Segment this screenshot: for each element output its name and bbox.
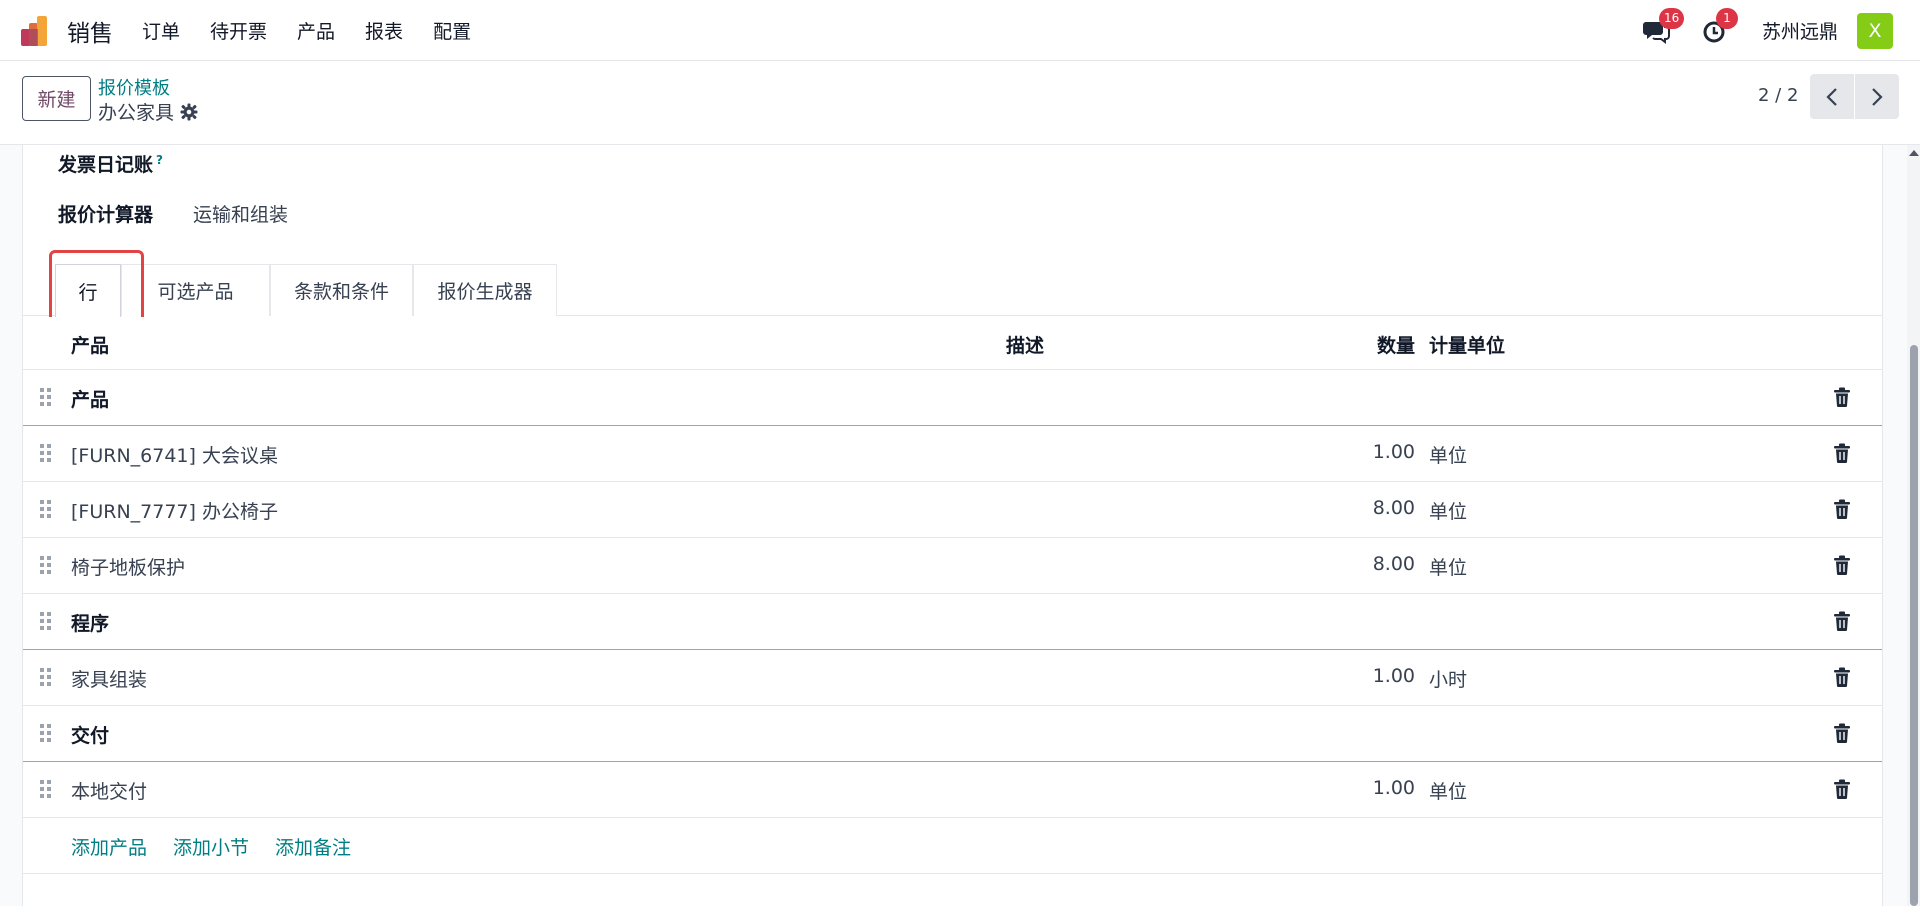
line-product-name[interactable]: 产品 xyxy=(71,385,109,412)
drag-handle-icon[interactable] xyxy=(40,611,52,631)
help-tooltip-icon[interactable]: ? xyxy=(156,153,163,167)
tab-lines[interactable]: 行 xyxy=(55,264,121,317)
table-body: 产品 [FURN_6741] 大会议桌 1.00 单位 [FURN_7777] 办公椅子… xyxy=(23,370,1882,818)
add-product-link[interactable]: 添加产品 xyxy=(71,833,147,860)
trash-icon[interactable] xyxy=(1833,555,1851,575)
activities-button[interactable]: 1 xyxy=(1702,7,1738,46)
column-product[interactable]: 产品 xyxy=(71,331,109,358)
sales-app-logo-icon[interactable] xyxy=(21,15,52,46)
notebook-tabs: 行 可选产品 条款和条件 报价生成器 xyxy=(23,264,1882,317)
tab-quote-builder[interactable]: 报价生成器 xyxy=(413,264,557,316)
breadcrumb-quotation-templates[interactable]: 报价模板 xyxy=(98,74,170,100)
line-uom[interactable]: 单位 xyxy=(1429,441,1467,468)
form-sheet: 发票日记账? 报价计算器 运输和组装 行 可选产品 条款和条件 报价生成器 产品… xyxy=(22,145,1883,906)
line-product-name[interactable]: 椅子地板保护 xyxy=(71,553,185,580)
chevron-right-icon xyxy=(1872,87,1883,106)
invoice-journal-label: 发票日记账? xyxy=(58,150,163,177)
line-quantity[interactable]: 8.00 xyxy=(1323,497,1415,519)
activities-count-badge: 1 xyxy=(1715,7,1738,29)
section-row[interactable]: 程序 xyxy=(23,594,1882,650)
scrollbar-thumb[interactable] xyxy=(1910,345,1918,906)
menu-configuration[interactable]: 配置 xyxy=(433,17,471,44)
app-name[interactable]: 销售 xyxy=(67,14,113,48)
menu-reporting[interactable]: 报表 xyxy=(365,17,403,44)
pager-next-button[interactable] xyxy=(1855,74,1899,119)
scroll-up-arrow-icon[interactable] xyxy=(1909,150,1919,156)
trash-icon[interactable] xyxy=(1833,443,1851,463)
section-row[interactable]: 交付 xyxy=(23,706,1882,762)
line-quantity[interactable]: 8.00 xyxy=(1323,553,1415,575)
trash-icon[interactable] xyxy=(1833,723,1851,743)
table-row[interactable]: 椅子地板保护 8.00 单位 xyxy=(23,538,1882,594)
line-product-name[interactable]: [FURN_7777] 办公椅子 xyxy=(71,497,278,524)
new-button[interactable]: 新建 xyxy=(22,76,91,121)
tab-quotation-calculator[interactable]: 报价计算器 xyxy=(58,200,153,227)
trash-icon[interactable] xyxy=(1833,499,1851,519)
trash-icon[interactable] xyxy=(1833,387,1851,407)
section-row[interactable]: 产品 xyxy=(23,370,1882,426)
messages-button[interactable]: 16 xyxy=(1642,7,1685,46)
menu-to-invoice[interactable]: 待开票 xyxy=(210,17,267,44)
line-uom[interactable]: 单位 xyxy=(1429,553,1467,580)
trash-icon[interactable] xyxy=(1833,611,1851,631)
drag-handle-icon[interactable] xyxy=(40,779,52,799)
drag-handle-icon[interactable] xyxy=(40,499,52,519)
add-section-link[interactable]: 添加小节 xyxy=(173,833,249,860)
messages-count-badge: 16 xyxy=(1658,7,1685,29)
line-product-name[interactable]: 本地交付 xyxy=(71,777,147,804)
table-row[interactable]: 家具组装 1.00 小时 xyxy=(23,650,1882,706)
line-quantity[interactable]: 1.00 xyxy=(1323,441,1415,463)
record-name: 办公家具 xyxy=(98,102,175,124)
table-header: 产品 描述 数量 计量单位 xyxy=(23,317,1882,370)
top-navbar: 销售 订单 待开票 产品 报表 配置 16 1 苏州远鼎 X xyxy=(0,0,1920,61)
chevron-left-icon xyxy=(1826,87,1837,106)
line-product-name[interactable]: [FURN_6741] 大会议桌 xyxy=(71,441,278,468)
drag-handle-icon[interactable] xyxy=(40,723,52,743)
menu-orders[interactable]: 订单 xyxy=(142,17,180,44)
gear-icon[interactable] xyxy=(180,103,198,121)
line-quantity[interactable]: 1.00 xyxy=(1323,777,1415,799)
drag-handle-icon[interactable] xyxy=(40,667,52,687)
drag-handle-icon[interactable] xyxy=(40,555,52,575)
line-quantity[interactable]: 1.00 xyxy=(1323,665,1415,687)
trash-icon[interactable] xyxy=(1833,667,1851,687)
invoice-journal-label-text: 发票日记账 xyxy=(58,154,154,176)
line-product-name[interactable]: 程序 xyxy=(71,609,109,636)
line-uom[interactable]: 小时 xyxy=(1429,665,1467,692)
line-uom[interactable]: 单位 xyxy=(1429,497,1467,524)
menu-products[interactable]: 产品 xyxy=(297,17,335,44)
user-avatar[interactable]: X xyxy=(1857,12,1893,49)
table-row[interactable]: [FURN_6741] 大会议桌 1.00 单位 xyxy=(23,426,1882,482)
table-row[interactable]: 本地交付 1.00 单位 xyxy=(23,762,1882,818)
column-description[interactable]: 描述 xyxy=(1006,331,1044,358)
record-title: 办公家具 xyxy=(98,98,198,125)
control-panel: 新建 报价模板 办公家具 2 / 2 xyxy=(0,61,1920,145)
company-switcher[interactable]: 苏州远鼎 xyxy=(1762,17,1838,44)
main-menu: 订单 待开票 产品 报表 配置 xyxy=(142,17,501,44)
add-line-actions: 添加产品 添加小节 添加备注 xyxy=(23,818,1882,874)
line-product-name[interactable]: 交付 xyxy=(71,721,109,748)
drag-handle-icon[interactable] xyxy=(40,387,52,407)
tab-terms-conditions[interactable]: 条款和条件 xyxy=(270,264,413,316)
trash-icon[interactable] xyxy=(1833,779,1851,799)
pager-previous-button[interactable] xyxy=(1810,74,1854,119)
line-product-name[interactable]: 家具组装 xyxy=(71,665,147,692)
column-uom[interactable]: 计量单位 xyxy=(1429,331,1505,358)
line-uom[interactable]: 单位 xyxy=(1429,777,1467,804)
add-note-link[interactable]: 添加备注 xyxy=(275,833,351,860)
drag-handle-icon[interactable] xyxy=(40,443,52,463)
column-quantity[interactable]: 数量 xyxy=(1355,331,1415,358)
table-row[interactable]: [FURN_7777] 办公椅子 8.00 单位 xyxy=(23,482,1882,538)
tab-shipping-assembly[interactable]: 运输和组装 xyxy=(193,200,288,227)
tab-optional-products[interactable]: 可选产品 xyxy=(121,264,270,316)
order-lines-table: 产品 描述 数量 计量单位 产品 [FURN_6741] 大会议桌 1.00 单位 [F… xyxy=(23,317,1882,874)
pager-value[interactable]: 2 / 2 xyxy=(1758,85,1798,106)
section-tabs: 报价计算器 运输和组装 xyxy=(58,200,288,227)
